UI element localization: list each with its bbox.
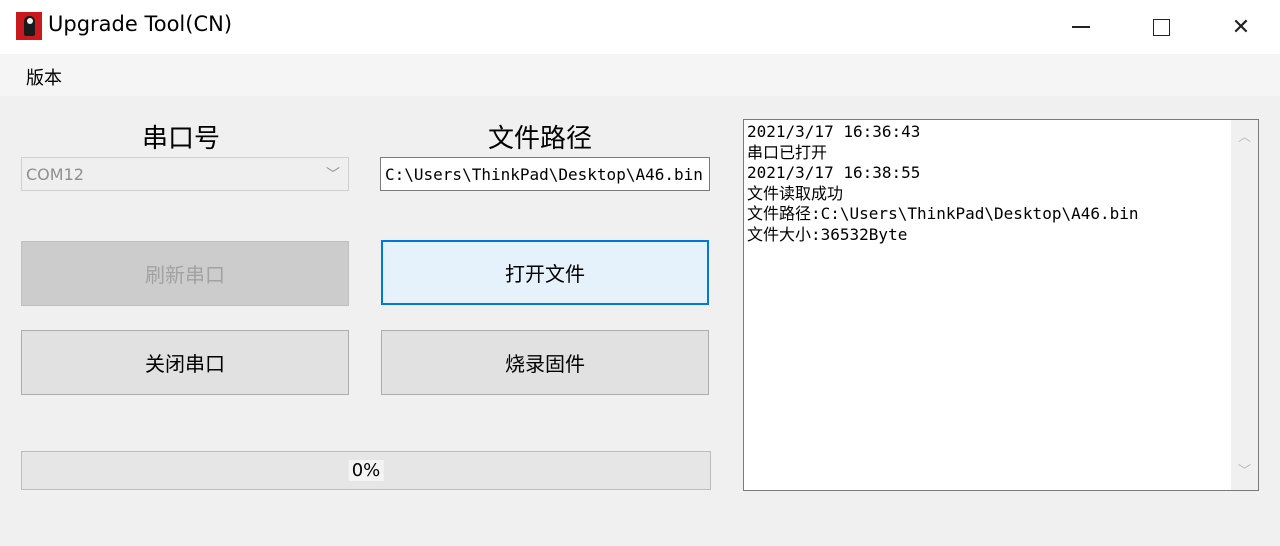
window-title: Upgrade Tool(CN) (48, 12, 233, 36)
flash-firmware-button[interactable]: 烧录固件 (381, 330, 709, 395)
minimize-icon (1072, 26, 1090, 28)
log-line: 文件读取成功 (747, 183, 844, 203)
file-path-label: 文件路径 (488, 124, 593, 154)
log-line: 2021/3/17 16:38:55 (747, 163, 921, 182)
maximize-button[interactable] (1121, 0, 1201, 54)
maximize-icon (1152, 18, 1170, 36)
close-icon: ✕ (1231, 14, 1251, 40)
log-line: 文件路径:C:\Users\ThinkPad\Desktop\A46.bin (747, 204, 1139, 223)
refresh-port-button[interactable]: 刷新串口 (21, 241, 349, 306)
close-port-label: 关闭串口 (145, 352, 225, 376)
progress-bar: 0% (21, 451, 711, 490)
minimize-button[interactable] (1041, 0, 1121, 54)
menu-bar: 版本 (0, 54, 1280, 96)
close-port-button[interactable]: 关闭串口 (21, 330, 349, 395)
progress-percent: 0% (348, 460, 384, 481)
main-panel: 版本 串口号 文件路径 COM12 ﹀ 刷新串口 打开文件 关闭串口 烧录固件 … (0, 54, 1280, 546)
open-file-button[interactable]: 打开文件 (381, 240, 709, 305)
log-textbox[interactable]: 2021/3/17 16:36:43 串口已打开 2021/3/17 16:38:5… (743, 119, 1259, 491)
flash-firmware-label: 烧录固件 (505, 352, 585, 376)
log-scrollbar[interactable]: ︿ ﹀ (1231, 120, 1258, 490)
menu-item-version[interactable]: 版本 (26, 64, 62, 90)
log-content: 2021/3/17 16:36:43 串口已打开 2021/3/17 16:38:5… (747, 122, 1139, 245)
log-line: 文件大小:36532Byte (747, 224, 908, 244)
app-logo-icon (16, 12, 42, 40)
chevron-down-icon: ﹀ (326, 167, 340, 183)
scroll-up-icon[interactable]: ︿ (1231, 126, 1258, 150)
log-line: 2021/3/17 16:36:43 (747, 122, 921, 141)
serial-port-select[interactable]: COM12 ﹀ (21, 157, 349, 191)
log-line: 串口已打开 (747, 142, 828, 162)
refresh-port-label: 刷新串口 (145, 263, 225, 287)
open-file-label: 打开文件 (505, 262, 585, 286)
scroll-down-icon[interactable]: ﹀ (1231, 460, 1258, 484)
file-path-input[interactable] (380, 157, 710, 191)
serial-port-value: COM12 (26, 165, 84, 184)
serial-port-label: 串口号 (142, 124, 221, 154)
title-bar: Upgrade Tool(CN) ✕ (0, 0, 1280, 54)
close-button[interactable]: ✕ (1201, 0, 1280, 54)
